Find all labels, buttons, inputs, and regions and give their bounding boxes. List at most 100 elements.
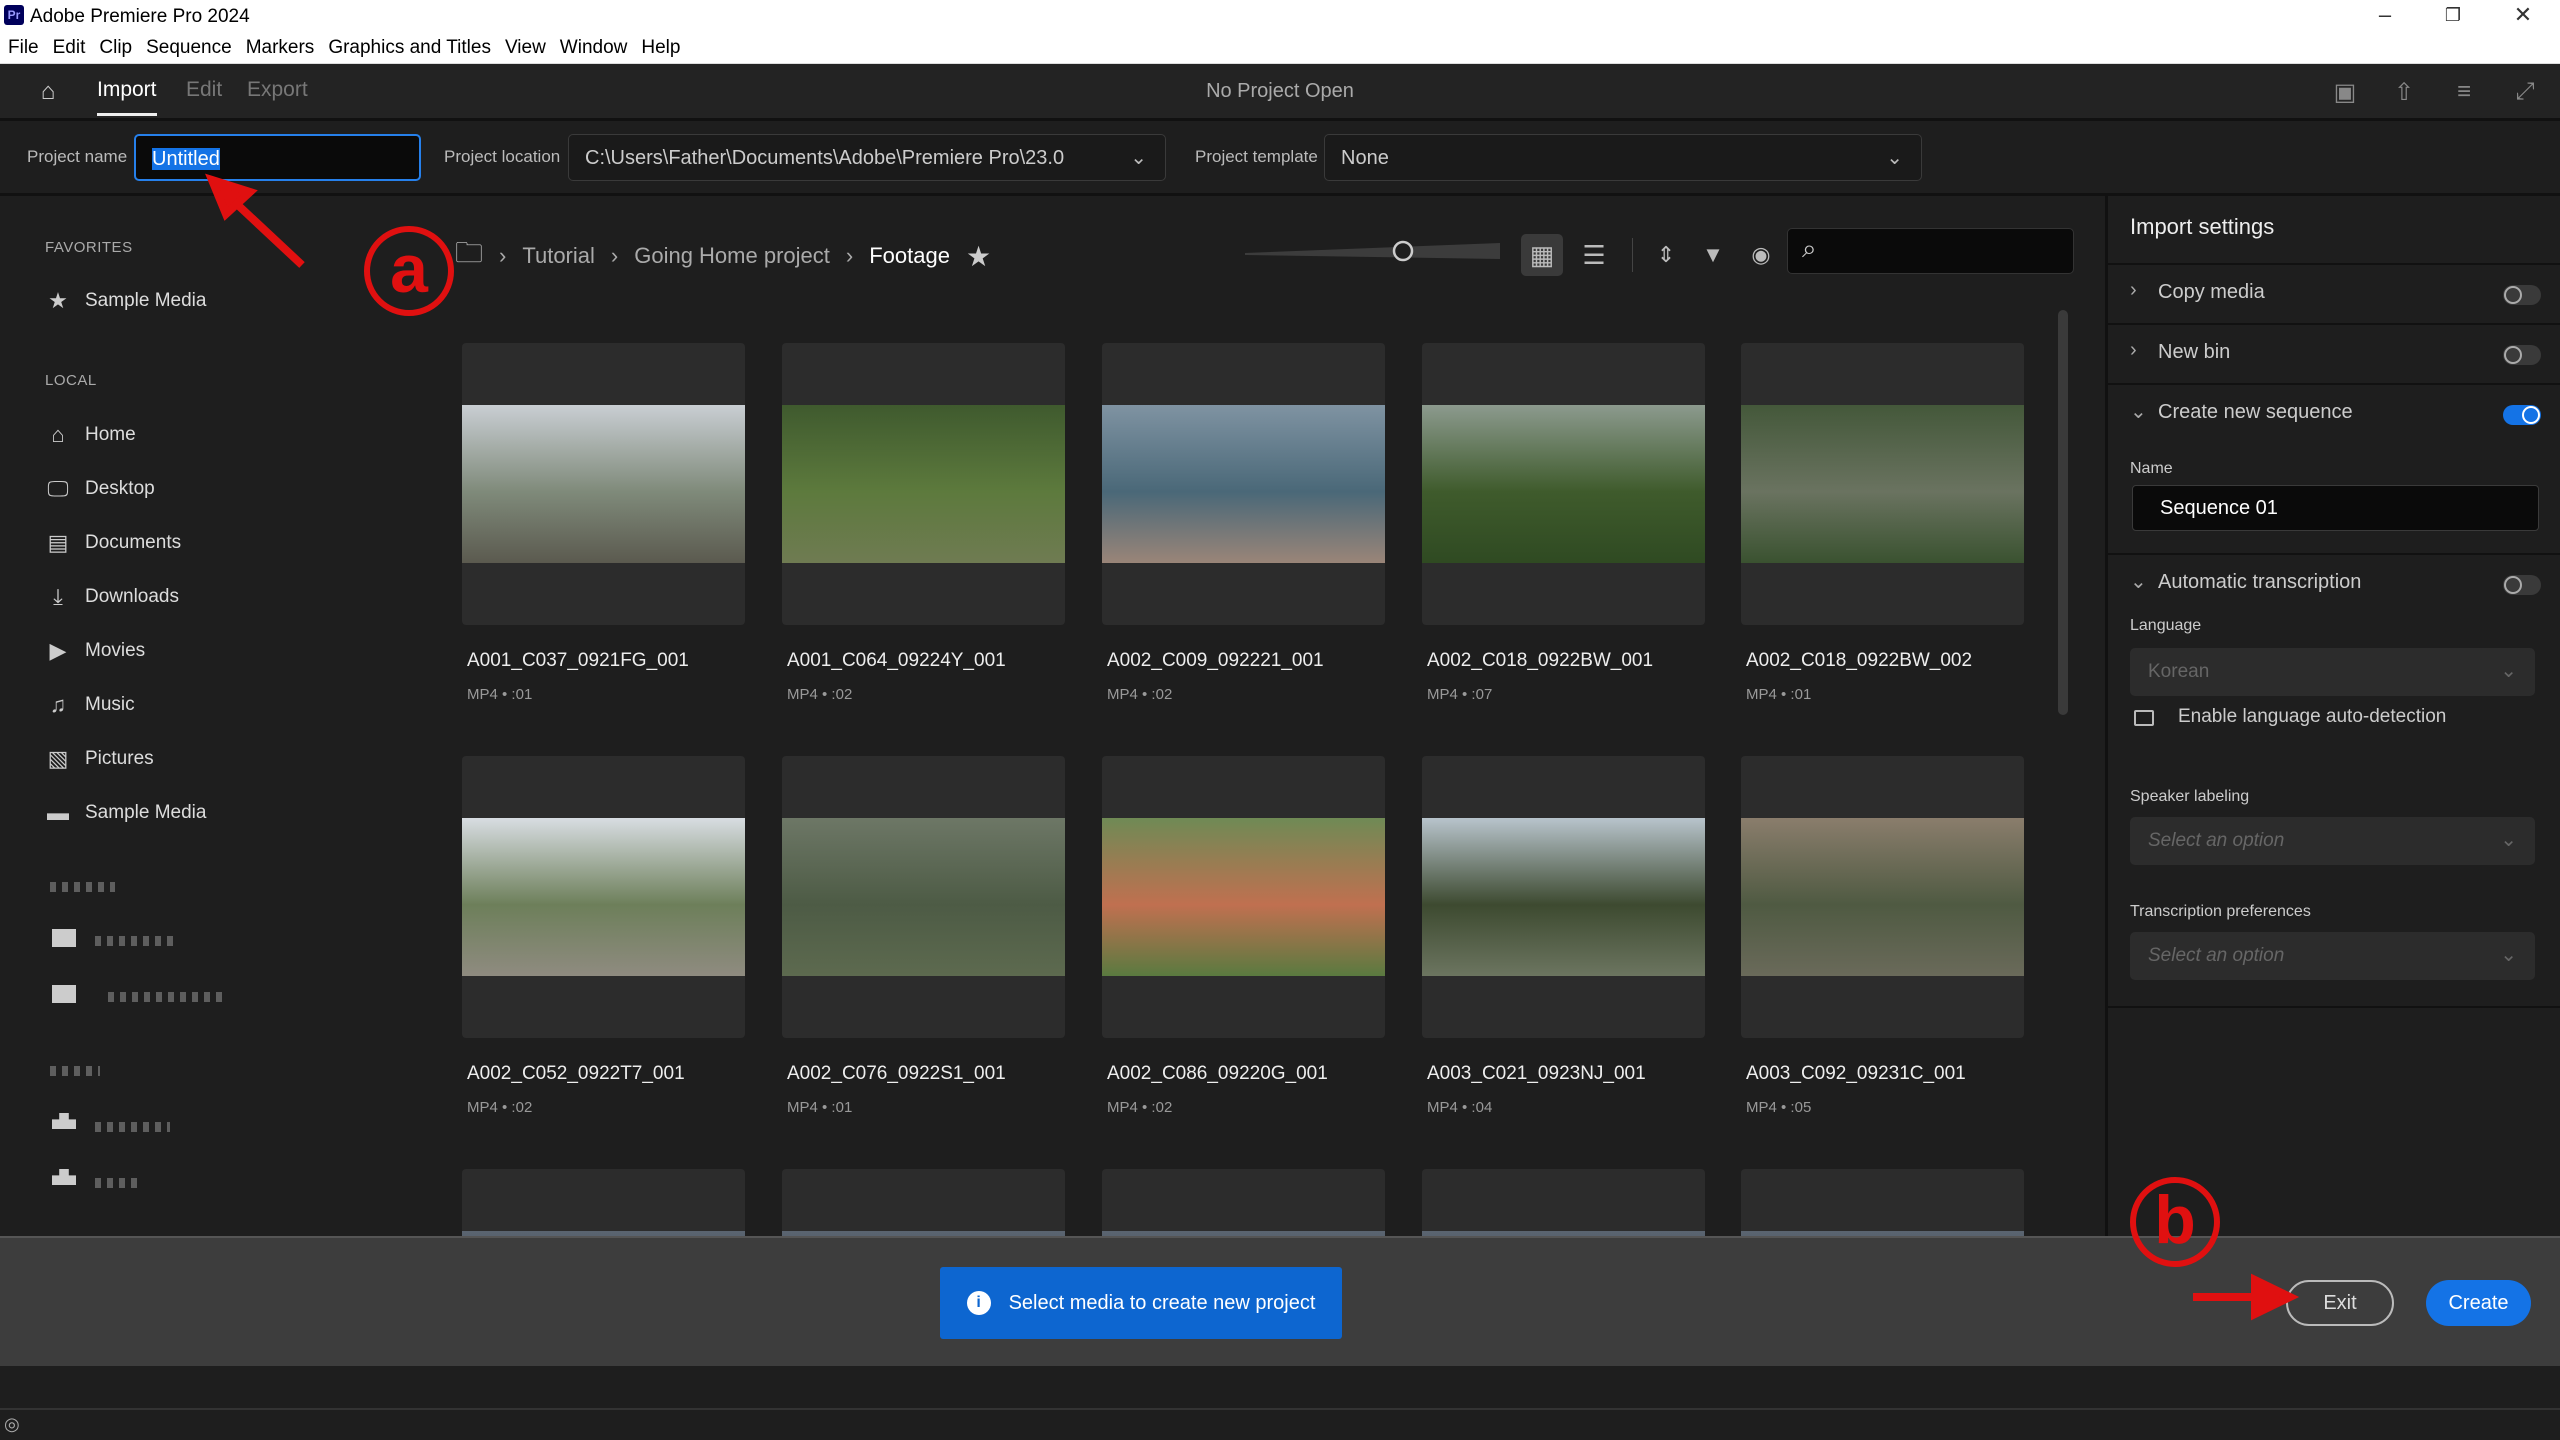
project-name-input[interactable]: Untitled [134, 134, 421, 181]
select-media-message: i Select media to create new project [940, 1267, 1342, 1339]
close-icon[interactable]: ✕ [2493, 2, 2553, 28]
menu-item-sequence[interactable]: Sequence [146, 37, 232, 59]
create-button[interactable]: Create [2426, 1280, 2531, 1326]
menu-item-window[interactable]: Window [560, 37, 628, 59]
chevron-down-icon: ⌄ [1886, 147, 1903, 169]
search-input[interactable]: ⌕ [1787, 228, 2074, 274]
media-clip-card[interactable] [782, 1169, 1065, 1236]
sort-icon[interactable]: ⇕ [1645, 234, 1687, 276]
menu-item-view[interactable]: View [505, 37, 546, 59]
media-clip-card[interactable] [462, 756, 745, 1038]
grid-view-icon[interactable]: ▦ [1521, 234, 1563, 276]
language-value: Korean [2148, 661, 2210, 682]
folder-icon: ▬ [47, 800, 69, 825]
sidebar-item-music[interactable]: ♫ Music [45, 692, 135, 718]
sidebar-item-pictures[interactable]: ▧ Pictures [45, 746, 154, 772]
copy-media-toggle[interactable] [2503, 285, 2541, 305]
media-clip-card[interactable] [782, 756, 1065, 1038]
folder-icon [52, 985, 76, 1003]
media-clip-card[interactable] [1102, 1169, 1385, 1236]
menu-item-graphics-and-titles[interactable]: Graphics and Titles [328, 37, 491, 59]
share-icon[interactable]: ⇧ [2389, 78, 2419, 108]
sequence-name-input[interactable]: Sequence 01 [2132, 485, 2539, 531]
media-clip-card[interactable] [1741, 343, 2024, 625]
media-clip-card[interactable] [462, 1169, 745, 1236]
project-location-dropdown[interactable]: C:\Users\Father\Documents\Adobe\Premiere… [568, 134, 1166, 181]
media-clip-card[interactable] [782, 343, 1065, 625]
minimize-icon[interactable]: – [2355, 2, 2415, 28]
movie-icon: ▶ [49, 638, 67, 663]
quick-export-icon[interactable]: ▣ [2330, 78, 2360, 108]
chevron-down-icon[interactable]: ⌄ [2130, 569, 2147, 594]
fullscreen-icon[interactable]: ⤢ [2510, 78, 2540, 108]
thumbnail-size-slider[interactable] [1245, 240, 1500, 262]
redacted-item[interactable] [95, 936, 175, 946]
sidebar-item-sample-media[interactable]: ★ Sample Media [45, 288, 206, 314]
auto-detect-label[interactable]: Enable language auto-detection [2178, 706, 2446, 728]
clip-name: A002_C076_0922S1_001 [787, 1063, 1006, 1084]
menu-item-markers[interactable]: Markers [246, 37, 315, 59]
sidebar-item-documents[interactable]: ▤ Documents [45, 530, 182, 556]
breadcrumb-item[interactable]: Tutorial [522, 243, 595, 269]
redacted-item[interactable] [108, 992, 228, 1002]
breadcrumb-item[interactable]: Going Home project [634, 243, 830, 269]
sequence-name-label: Name [2130, 460, 2173, 477]
file-browser-sidebar: FAVORITES LOCAL ★ Sample Media ⌂ Home 🖵 Deskt… [0, 196, 440, 1236]
project-template-dropdown[interactable]: None ⌄ [1324, 134, 1922, 181]
chevron-right-icon: › [2130, 279, 2137, 301]
menu-item-edit[interactable]: Edit [53, 37, 86, 59]
menu-item-help[interactable]: Help [641, 37, 680, 59]
media-clip-card[interactable] [1422, 756, 1705, 1038]
copy-media-row[interactable]: › Copy media [2108, 263, 2560, 323]
sidebar-item-label: Music [85, 694, 135, 715]
transcription-prefs-dropdown[interactable]: Select an option ⌄ [2130, 932, 2535, 980]
sidebar-item-sample-media[interactable]: ▬ Sample Media [45, 800, 206, 826]
menu-item-file[interactable]: File [8, 37, 39, 59]
clip-name: A002_C018_0922BW_001 [1427, 650, 1654, 671]
media-grid-scrollbar[interactable] [2058, 310, 2068, 715]
menu-item-clip[interactable]: Clip [99, 37, 132, 59]
speaker-labeling-dropdown[interactable]: Select an option ⌄ [2130, 817, 2535, 865]
transcription-toggle[interactable] [2503, 575, 2541, 595]
chevron-down-icon[interactable]: ⌄ [2130, 399, 2147, 424]
sidebar-item-movies[interactable]: ▶ Movies [45, 638, 146, 664]
info-icon: i [966, 1291, 991, 1315]
new-bin-row[interactable]: › New bin [2108, 323, 2560, 383]
clip-thumbnail [462, 405, 745, 563]
filter-icon[interactable]: ▼ [1692, 234, 1734, 276]
clip-meta: MP4 • :02 [787, 686, 853, 703]
sidebar-item-home[interactable]: ⌂ Home [45, 422, 136, 448]
slider-handle[interactable] [1392, 240, 1414, 262]
import-settings-title: Import settings [2130, 214, 2275, 239]
favorites-heading: FAVORITES [45, 239, 133, 256]
media-clip-card[interactable] [1741, 1169, 2024, 1236]
media-clip-card[interactable] [1102, 343, 1385, 625]
redacted-item[interactable] [95, 1122, 170, 1132]
new-bin-toggle[interactable] [2503, 345, 2541, 365]
media-clip-card[interactable] [462, 343, 745, 625]
media-clip-card[interactable] [1422, 343, 1705, 625]
sidebar-item-downloads[interactable]: ⤓ Downloads [45, 584, 179, 610]
folder-icon[interactable]: 🗀 [455, 232, 483, 280]
view-eye-icon[interactable]: ◉ [1740, 234, 1782, 276]
exit-button[interactable]: Exit [2286, 1280, 2394, 1326]
transcription-prefs-label: Transcription preferences [2130, 903, 2311, 920]
sidebar-item-label: Sample Media [85, 802, 207, 823]
language-dropdown[interactable]: Korean ⌄ [2130, 648, 2535, 696]
sidebar-item-desktop[interactable]: 🖵 Desktop [45, 476, 154, 502]
sidebar-item-label: Home [85, 424, 136, 445]
star-icon[interactable]: ★ [966, 240, 991, 273]
list-view-icon[interactable]: ☰ [1573, 234, 1615, 276]
clip-meta: MP4 • :02 [1107, 1099, 1173, 1116]
workspace-menu-icon[interactable]: ≡ [2449, 78, 2479, 108]
media-clip-card[interactable] [1422, 1169, 1705, 1236]
auto-detect-checkbox[interactable] [2134, 710, 2154, 726]
clip-thumbnail [1741, 818, 2024, 976]
annotation-a: a [364, 226, 454, 316]
media-clip-card[interactable] [1102, 756, 1385, 1038]
restore-icon[interactable]: ❐ [2423, 5, 2483, 26]
redacted-item[interactable] [95, 1178, 140, 1188]
breadcrumb: 🗀 › Tutorial › Going Home project › Foot… [455, 232, 991, 280]
create-sequence-toggle[interactable] [2503, 405, 2541, 425]
media-clip-card[interactable] [1741, 756, 2024, 1038]
